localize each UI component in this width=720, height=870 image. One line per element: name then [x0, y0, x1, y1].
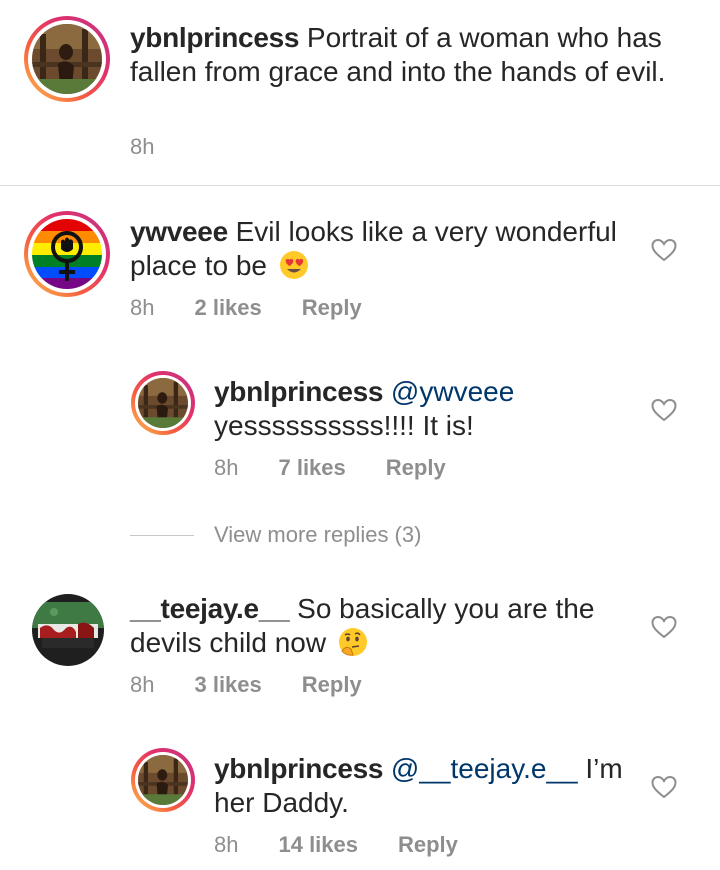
comment-text: __teejay.e__ So basically you are the de…	[130, 592, 630, 660]
reply-time: 8h	[214, 455, 239, 480]
caption-username[interactable]: ybnlprincess	[130, 22, 299, 53]
reply-likes[interactable]: 14 likes	[278, 832, 358, 858]
caption-avatar[interactable]	[24, 16, 110, 102]
view-more-line	[130, 535, 194, 536]
comment-likes[interactable]: 3 likes	[194, 672, 261, 698]
heart-outline-icon[interactable]	[651, 238, 677, 262]
reply-button[interactable]: Reply	[302, 295, 362, 321]
reply-meta: 8h 7 likes Reply	[214, 455, 446, 481]
reply-avatar[interactable]	[131, 748, 195, 812]
caption-divider	[0, 185, 720, 186]
profile-photo	[138, 378, 188, 428]
heart-outline-icon[interactable]	[651, 775, 677, 799]
reply-button[interactable]: Reply	[302, 672, 362, 698]
reply-meta: 8h 14 likes Reply	[214, 832, 458, 858]
reply-username[interactable]: ybnlprincess	[214, 753, 383, 784]
thinking-face-emoji	[338, 628, 367, 656]
reply-likes[interactable]: 7 likes	[278, 455, 345, 481]
comment-meta: 8h 3 likes Reply	[130, 672, 362, 698]
comment-text: ywveee Evil looks like a very wonderful …	[130, 215, 630, 283]
profile-photo	[32, 24, 102, 94]
reply-text: ybnlprincess @ywveee yessssssssss!!!! It…	[214, 375, 624, 443]
reply-button[interactable]: Reply	[398, 832, 458, 858]
reply-avatar[interactable]	[131, 371, 195, 435]
heart-eyes-emoji	[279, 251, 308, 279]
reply-username[interactable]: ybnlprincess	[214, 376, 383, 407]
caption-text: ybnlprincess Portrait of a woman who has…	[130, 21, 690, 89]
reply-mention[interactable]: @__teejay.e__	[391, 753, 578, 784]
view-more-replies[interactable]: View more replies (3)	[214, 522, 421, 548]
reply-button[interactable]: Reply	[386, 455, 446, 481]
heart-outline-icon[interactable]	[651, 615, 677, 639]
heart-outline-icon[interactable]	[651, 398, 677, 422]
comment-meta: 8h 2 likes Reply	[130, 295, 362, 321]
comment-likes[interactable]: 2 likes	[194, 295, 261, 321]
comment-username[interactable]: __teejay.e__	[130, 593, 290, 624]
reply-body: yessssssssss!!!! It is!	[214, 410, 474, 441]
reply-text: ybnlprincess @__teejay.e__ I’m her Daddy…	[214, 752, 624, 820]
comment-avatar[interactable]	[24, 211, 110, 297]
teejay-profile-photo	[32, 594, 104, 666]
caption-meta: 8h	[130, 134, 154, 160]
comment-username[interactable]: ywveee	[130, 216, 228, 247]
reply-time: 8h	[214, 832, 239, 857]
comment-avatar[interactable]	[32, 594, 104, 666]
comment-time: 8h	[130, 295, 155, 320]
reply-mention[interactable]: @ywveee	[391, 376, 514, 407]
profile-photo	[138, 755, 188, 805]
caption-time: 8h	[130, 134, 155, 159]
rainbow-feminist-avatar	[32, 219, 102, 289]
comment-time: 8h	[130, 672, 155, 697]
